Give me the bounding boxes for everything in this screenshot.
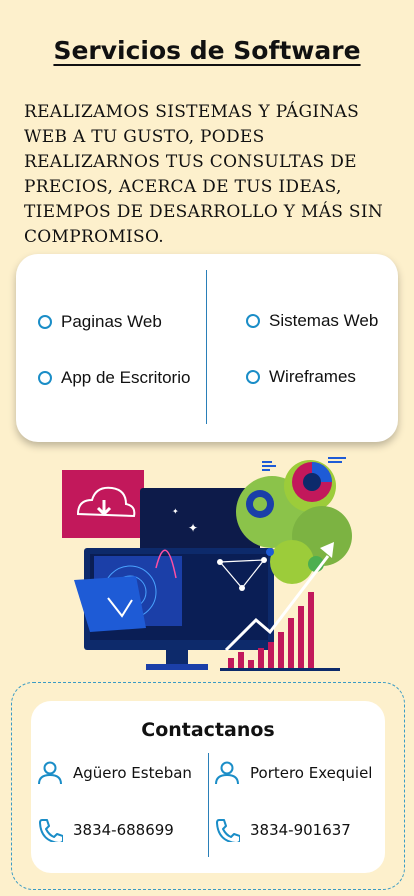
user-icon xyxy=(38,761,62,785)
service-label: App de Escritorio xyxy=(61,368,191,387)
service-label: Sistemas Web xyxy=(269,311,379,330)
service-item-wireframes: Wireframes xyxy=(246,367,356,387)
svg-text:✦: ✦ xyxy=(172,507,179,516)
contact-person-exequiel: Portero Exequiel xyxy=(214,761,372,785)
contact-phone-exequiel[interactable]: 3834-901637 xyxy=(214,818,351,842)
page-title: Servicios de Software xyxy=(53,36,361,65)
svg-text:✦: ✦ xyxy=(188,521,198,535)
circle-bullet-icon xyxy=(38,315,52,329)
service-item-app-escritorio: App de Escritorio xyxy=(38,368,190,388)
service-label: Wireframes xyxy=(269,367,356,386)
service-item-sistemas-web: Sistemas Web xyxy=(246,311,378,331)
service-item-paginas-web: Paginas Web xyxy=(38,312,162,332)
circle-bullet-icon xyxy=(246,370,260,384)
phone-icon xyxy=(39,819,63,842)
contact-name: Portero Exequiel xyxy=(250,764,373,782)
services-divider xyxy=(206,270,207,424)
contact-person-esteban: Agüero Esteban xyxy=(37,761,192,785)
contact-title: Contactanos xyxy=(141,719,275,741)
software-development-illustration: ✦ ✦ xyxy=(62,457,352,671)
intro-text: Realizamos sistemas y páginas web a tu g… xyxy=(24,102,384,247)
contact-divider xyxy=(208,753,209,857)
contact-phone-esteban[interactable]: 3834-688699 xyxy=(37,818,174,842)
contact-phone: 3834-901637 xyxy=(250,821,351,839)
circle-bullet-icon xyxy=(246,314,260,328)
user-icon xyxy=(215,761,239,785)
phone-icon xyxy=(216,819,240,842)
circle-bullet-icon xyxy=(38,371,52,385)
services-card: Paginas Web App de Escritorio Sistemas W… xyxy=(16,254,398,442)
service-label: Paginas Web xyxy=(61,312,162,331)
contact-card: Contactanos Agüero Esteban 3834-688699 P… xyxy=(31,701,385,873)
contact-name: Agüero Esteban xyxy=(73,764,192,782)
contact-phone: 3834-688699 xyxy=(73,821,174,839)
